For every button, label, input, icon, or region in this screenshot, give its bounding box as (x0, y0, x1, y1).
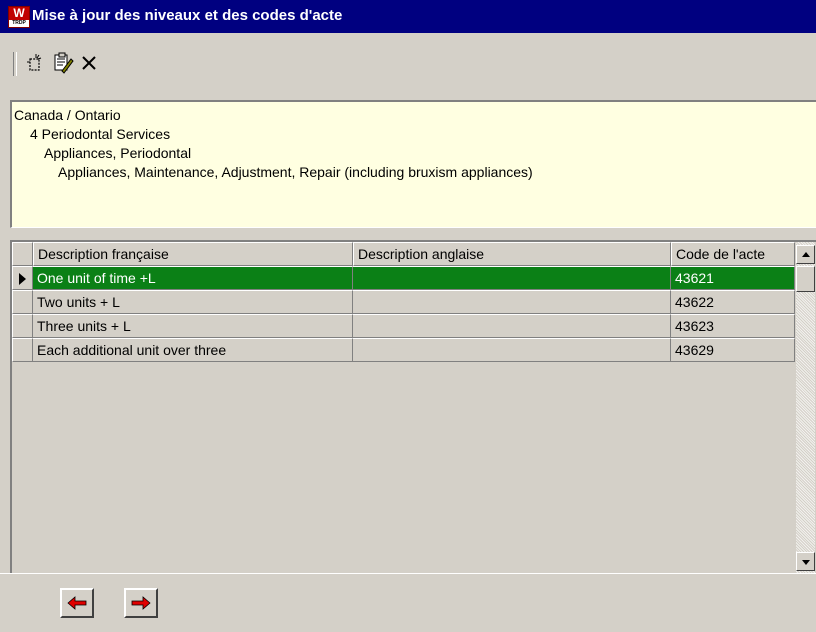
arrow-left-icon (67, 596, 87, 610)
cell-english-description[interactable] (353, 290, 671, 314)
delete-icon (82, 56, 96, 70)
tree-level-country: Canada / Ontario (14, 107, 121, 123)
cell-french-description[interactable]: One unit of time +L (33, 266, 353, 290)
cell-french-description[interactable]: Two units + L (33, 290, 353, 314)
column-header-procedure-code[interactable]: Code de l'acte (671, 242, 795, 266)
footer-divider (0, 573, 816, 574)
table-row[interactable]: Each additional unit over three 43629 (12, 338, 795, 362)
cell-english-description[interactable] (353, 338, 671, 362)
cell-procedure-code[interactable]: 43623 (671, 314, 795, 338)
edit-icon (54, 52, 74, 74)
edit-button[interactable] (50, 50, 76, 76)
cell-procedure-code[interactable]: 43621 (671, 266, 795, 290)
scroll-down-button[interactable] (796, 552, 815, 571)
cell-procedure-code[interactable]: 43622 (671, 290, 795, 314)
previous-button[interactable] (60, 588, 94, 618)
arrow-down-icon (802, 560, 810, 565)
table-row[interactable]: One unit of time +L 43621 (12, 266, 795, 290)
delete-button[interactable] (76, 50, 102, 76)
app-icon-letter: W (9, 7, 29, 20)
tree-level-procedure-group: Appliances, Maintenance, Adjustment, Rep… (58, 164, 533, 180)
column-header-french-description[interactable]: Description française (33, 242, 353, 266)
tree-level-category: 4 Periodontal Services (30, 126, 171, 142)
arrow-right-icon (131, 596, 151, 610)
new-icon (27, 54, 42, 71)
vertical-scrollbar[interactable] (796, 242, 815, 573)
row-indicator[interactable] (12, 290, 33, 314)
title-bar: W TRDP Mise à jour des niveaux et des co… (0, 0, 816, 33)
next-button[interactable] (124, 588, 158, 618)
cell-french-description[interactable]: Three units + L (33, 314, 353, 338)
table-row[interactable]: Two units + L 43622 (12, 290, 795, 314)
new-button[interactable] (22, 50, 48, 76)
hierarchy-panel: Canada / Ontario 4 Periodontal Services … (10, 100, 816, 228)
grid-header: Description française Description anglai… (12, 242, 795, 266)
toolbar-grip (13, 52, 17, 76)
app-icon-caption: TRDP (12, 20, 26, 26)
row-indicator[interactable] (12, 266, 33, 290)
row-indicator[interactable] (12, 338, 33, 362)
cell-procedure-code[interactable]: 43629 (671, 338, 795, 362)
app-icon[interactable]: W TRDP (8, 6, 30, 28)
cell-english-description[interactable] (353, 314, 671, 338)
column-header-english-description[interactable]: Description anglaise (353, 242, 671, 266)
procedure-codes-grid[interactable]: Description française Description anglai… (10, 240, 816, 573)
table-row[interactable]: Three units + L 43623 (12, 314, 795, 338)
cell-english-description[interactable] (353, 266, 671, 290)
scroll-up-button[interactable] (796, 245, 815, 264)
tree-level-subcategory: Appliances, Periodontal (44, 145, 192, 161)
current-row-arrow-icon (19, 273, 26, 285)
scroll-thumb[interactable] (796, 266, 815, 292)
cell-french-description[interactable]: Each additional unit over three (33, 338, 353, 362)
window-title: Mise à jour des niveaux et des codes d'a… (32, 7, 343, 24)
row-indicator[interactable] (12, 314, 33, 338)
arrow-up-icon (802, 252, 810, 257)
header-indicator-cell (12, 242, 33, 266)
